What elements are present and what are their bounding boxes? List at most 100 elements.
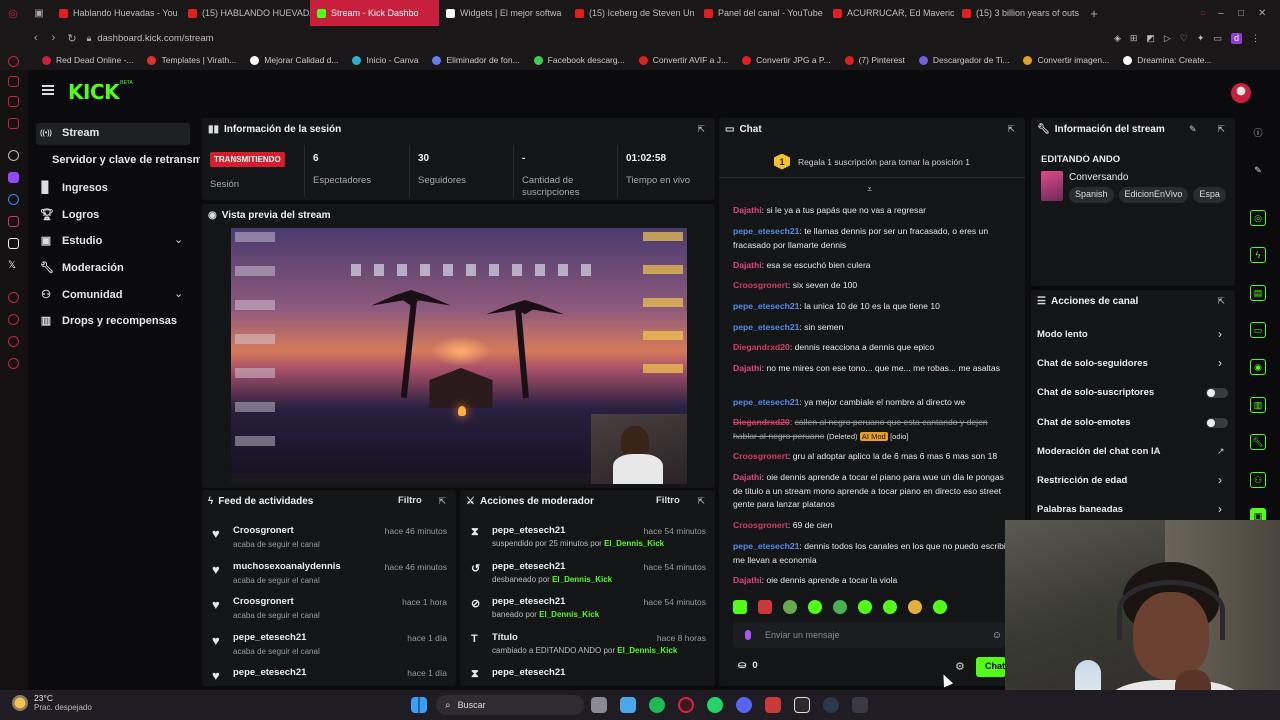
feed-username[interactable]: pepe_etesech21 — [233, 632, 306, 643]
stream-tag[interactable]: EdicionEnVivo — [1118, 187, 1189, 203]
chat-username[interactable]: Diegandrxd20 — [733, 417, 790, 427]
windows-start-icon[interactable] — [411, 697, 427, 713]
edit-icon[interactable]: ✎ — [1189, 124, 1197, 135]
mod-target[interactable]: pepe_etesech21 — [492, 667, 565, 678]
bookmark-item[interactable]: Dreamina: Create... — [1117, 55, 1217, 65]
channel-action-restriccion-de-edad[interactable]: Restricción de edad — [1037, 475, 1127, 486]
sidebar-item-ingresos[interactable]: ▊ Ingresos — [40, 181, 108, 195]
messenger-icon[interactable] — [8, 194, 19, 205]
popout-icon[interactable]: ⇱ — [1217, 124, 1225, 135]
maximize-icon[interactable]: □ — [1238, 8, 1258, 19]
external-link-icon[interactable]: ↗ — [1217, 446, 1225, 457]
send-chat-button[interactable]: Chat — [976, 657, 1006, 677]
stream-tag[interactable]: Spanish — [1069, 187, 1114, 203]
popout-icon[interactable]: ⇱ — [1007, 124, 1015, 135]
sidebar-app-icon[interactable] — [8, 76, 19, 87]
chat-username[interactable]: pepe_etesech21 — [733, 397, 799, 407]
gift-sub-banner[interactable]: 1 Regala 1 suscripción para tomar la pos… — [719, 146, 1025, 178]
emote-icon[interactable] — [833, 600, 847, 614]
wallet-icon[interactable]: ◩ — [1146, 33, 1155, 44]
twitch-icon[interactable] — [8, 172, 19, 183]
instagram-icon[interactable] — [8, 216, 19, 227]
sidebar-item-servidor-y-clave-de-retransm[interactable]: Servidor y clave de retransm — [52, 154, 200, 166]
hamburger-menu-icon[interactable] — [42, 85, 54, 95]
tiktok-icon[interactable] — [8, 238, 19, 249]
popout-icon[interactable]: ⇱ — [697, 124, 705, 135]
bookmark-item[interactable]: Facebook descarg... — [528, 55, 631, 65]
sidebar-app-icon[interactable] — [8, 56, 19, 67]
channel-action-chat-de-solo-emotes[interactable]: Chat de solo-emotes — [1037, 417, 1130, 428]
sidebar-item-logros[interactable]: 🏆︎ Logros — [40, 208, 99, 222]
bookmark-item[interactable]: Eliminador de fon... — [426, 55, 525, 65]
reload-icon[interactable]: ↻ — [67, 32, 76, 45]
sidebar-item-moderaci-n[interactable]: 🔧︎ Moderación — [40, 261, 124, 275]
community-icon[interactable]: ⚇ — [1250, 472, 1266, 488]
emoji-picker-icon[interactable]: ☺ — [992, 630, 1002, 641]
stream-preview-video[interactable] — [231, 228, 687, 484]
emote-icon[interactable] — [758, 600, 772, 614]
mod-by[interactable]: El_Dennis_Kick — [617, 646, 677, 655]
chevron-down-icon[interactable]: ⌄ — [174, 287, 183, 300]
channel-action-chat-de-solo-seguidores[interactable]: Chat de solo-seguidores — [1037, 358, 1148, 369]
chat-username[interactable]: Croosgronert — [733, 280, 788, 290]
extensions-icon[interactable]: ✦ — [1197, 33, 1205, 44]
epic-games-icon[interactable] — [794, 697, 810, 713]
chat-username[interactable]: Croosgronert — [733, 451, 788, 461]
chat-username[interactable]: Croosgronert — [733, 520, 788, 530]
task-view-icon[interactable] — [591, 697, 607, 713]
popout-icon[interactable]: ⇱ — [697, 496, 705, 507]
chevron-right-icon[interactable]: › — [1218, 356, 1222, 370]
sidebar-app-icon[interactable] — [8, 118, 19, 129]
emote-icon[interactable] — [933, 600, 947, 614]
chat-icon[interactable]: ▭ — [1250, 322, 1266, 338]
browser-tab[interactable]: (15) 3 billion years of outs — [955, 0, 1084, 26]
chevron-down-icon[interactable]: ⌄ — [174, 233, 183, 246]
browser-tab[interactable]: (15) HABLANDO HUEVADA — [181, 0, 310, 26]
chat-username[interactable]: pepe_etesech21 — [733, 322, 799, 332]
discord-icon[interactable] — [736, 697, 752, 713]
mod-by[interactable]: El_Dennis_Kick — [552, 575, 612, 584]
broadcast-icon[interactable]: ◉ — [1250, 359, 1266, 375]
feed-username[interactable]: muchosexoanalydennis — [233, 561, 341, 572]
mod-target[interactable]: Título — [492, 632, 518, 643]
lightning-icon[interactable]: ϟ — [1250, 247, 1266, 263]
browser-tab[interactable]: Panel del canal - YouTube — [697, 0, 826, 26]
new-tab-button[interactable]: + — [1084, 6, 1104, 21]
bookmark-item[interactable]: Convertir AVIF a J... — [633, 55, 734, 65]
browser-tab[interactable]: Stream - Kick Dashbo — [310, 0, 439, 26]
bookmark-icon[interactable]: ◈ — [1114, 33, 1121, 44]
camera-icon[interactable]: ◎ — [1250, 210, 1266, 226]
taskbar-search[interactable]: ⌕ Buscar — [436, 695, 584, 715]
spotify-icon[interactable] — [649, 697, 665, 713]
sidebar-app-icon[interactable] — [8, 336, 19, 347]
kick-logo[interactable]: KICK BETA — [68, 80, 133, 104]
bookmark-item[interactable]: Descargador de Ti... — [913, 55, 1016, 65]
profile-icon[interactable]: d — [1230, 32, 1242, 44]
chevron-right-icon[interactable]: › — [1218, 502, 1222, 516]
browser-tab[interactable]: Hablando Huevadas - You — [52, 0, 181, 26]
browser-tab[interactable]: (15) Iceberg de Steven Un — [568, 0, 697, 26]
sidebar-toggle-icon[interactable]: ▭ — [1213, 33, 1222, 44]
stream-tag[interactable]: Espa — [1193, 187, 1226, 203]
info-icon[interactable]: ⓘ — [1250, 124, 1266, 140]
chat-username[interactable]: pepe_etesech21 — [733, 541, 799, 551]
chat-input[interactable]: Enviar un mensaje ☺ — [733, 622, 1005, 648]
screenshot-icon[interactable]: ⊞ — [1130, 33, 1138, 44]
emote-icon[interactable] — [808, 600, 822, 614]
minimize-icon[interactable]: – — [1218, 8, 1238, 19]
feed-username[interactable]: Croosgronert — [233, 525, 294, 536]
bookmark-item[interactable]: Mejorar Calidad d... — [244, 55, 344, 65]
emote-icon[interactable] — [733, 600, 747, 614]
emote-icon[interactable] — [783, 600, 797, 614]
feed-username[interactable]: Croosgronert — [233, 596, 294, 607]
feed-username[interactable]: pepe_etesech21 — [233, 667, 306, 678]
url-field[interactable]: dashboard.kick.com/stream — [97, 33, 213, 44]
sidebar-app-icon[interactable] — [8, 314, 19, 325]
toggle-switch[interactable] — [1206, 388, 1228, 398]
x-icon[interactable]: 𝕏 — [8, 260, 19, 271]
toggle-switch[interactable] — [1206, 418, 1228, 428]
tab-overview-icon[interactable]: ▣ — [26, 8, 52, 19]
channel-action-moderacion-del-chat-con-ia[interactable]: Moderación del chat con IA — [1037, 446, 1161, 457]
channel-action-palabras-baneadas[interactable]: Palabras baneadas — [1037, 504, 1123, 515]
mod-by[interactable]: El_Dennis_Kick — [539, 610, 599, 619]
